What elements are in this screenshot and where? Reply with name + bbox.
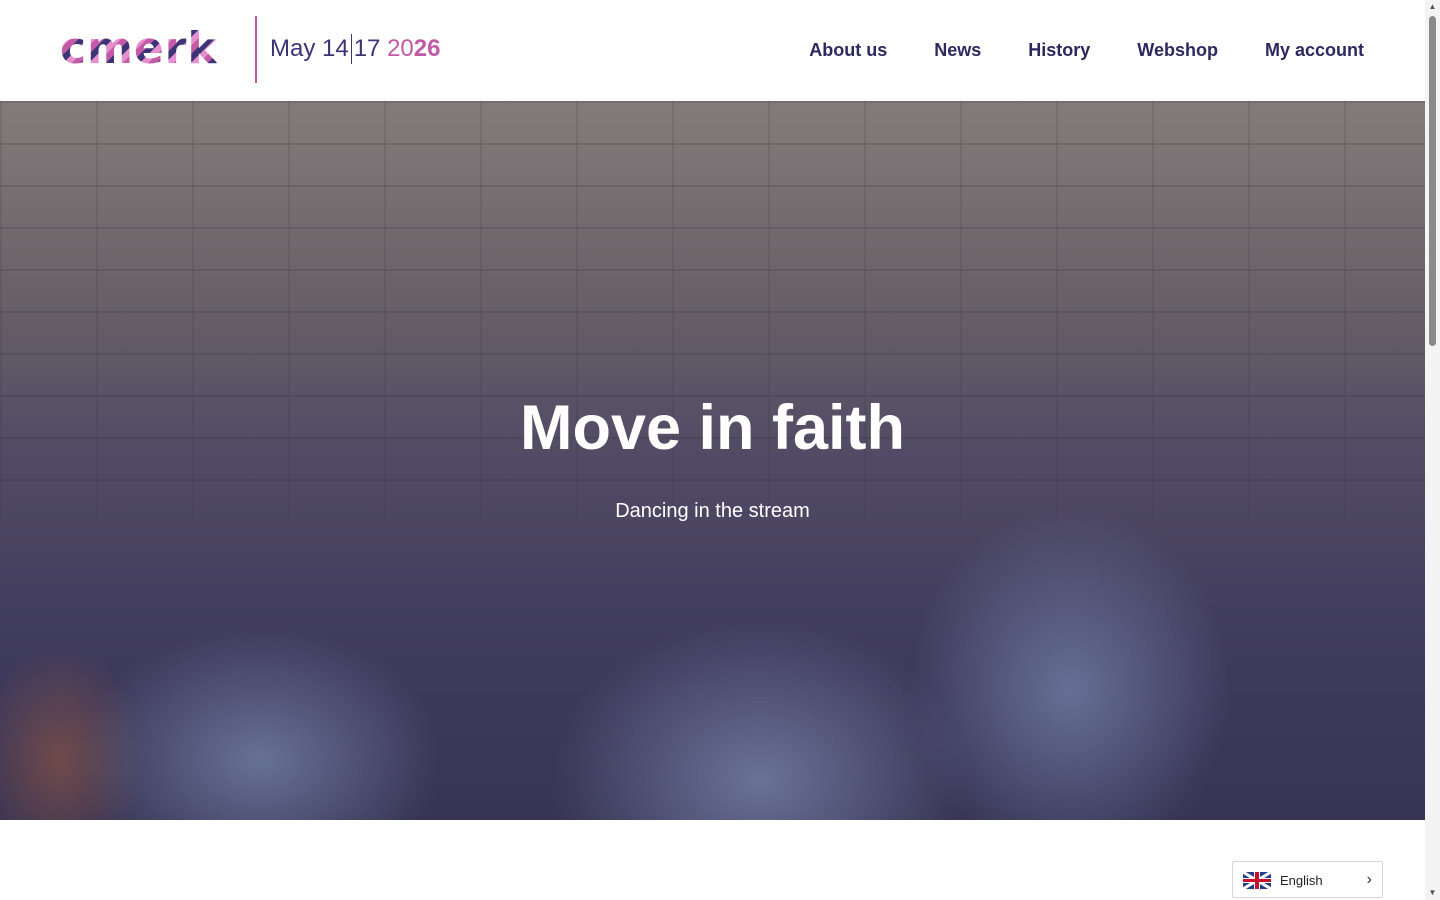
site-logo[interactable]: cmerk May 14 17 2026	[60, 16, 460, 83]
page-scrollbar[interactable]: ▲ ▼	[1425, 0, 1440, 900]
hero-title: Move in faith	[519, 393, 905, 463]
logo-event-date: May 14 17 2026	[270, 34, 440, 64]
language-label: English	[1280, 873, 1323, 888]
hero-banner: Move in faith Dancing in the stream	[0, 101, 1425, 820]
logo-divider	[255, 16, 257, 83]
nav-link-my-account[interactable]: My account	[1265, 38, 1364, 62]
logo-wordmark: cmerk	[60, 23, 218, 74]
logo-date-start: May 14	[270, 35, 349, 62]
uk-flag-icon	[1243, 872, 1271, 889]
chevron-right-icon: ›	[1366, 871, 1372, 888]
logo-year-bold: 26	[413, 35, 441, 62]
scroll-down-arrow-icon[interactable]: ▼	[1425, 886, 1440, 900]
nav-link-about-us[interactable]: About us	[809, 38, 887, 62]
nav-link-history[interactable]: History	[1028, 38, 1090, 62]
language-switcher[interactable]: English ›	[1232, 861, 1383, 898]
nav-link-webshop[interactable]: Webshop	[1137, 38, 1218, 62]
site-header: cmerk May 14 17 2026 About us News Histor…	[0, 0, 1425, 101]
logo-date-end: 17	[353, 35, 381, 62]
nav-link-news[interactable]: News	[934, 38, 981, 62]
hero-subtitle: Dancing in the stream	[615, 500, 810, 522]
scroll-up-arrow-icon[interactable]: ▲	[1425, 0, 1440, 14]
logo-date-separator	[350, 34, 352, 64]
main-nav: About us News History Webshop My account	[809, 38, 1364, 62]
scroll-thumb[interactable]	[1429, 16, 1436, 346]
logo-year: 2026	[387, 35, 440, 62]
logo-year-light: 20	[387, 35, 414, 62]
